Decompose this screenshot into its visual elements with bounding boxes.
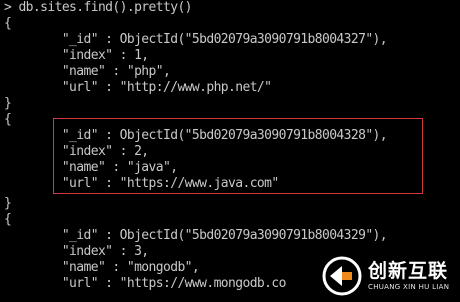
console-output-line: "url" : "http://www.php.net/" [4,80,272,95]
console-output-line: { [4,16,12,31]
console-output-line: { [4,212,12,227]
watermark-logo: 创新互联 CHUANG XIN HU LIAN [322,254,454,298]
console-command-line: > db.sites.find().pretty() [4,0,193,15]
console-output-line: { [4,112,12,127]
watermark-title: 创新互联 [368,259,449,282]
console-output-line: } [4,96,12,111]
brand-logo-icon [322,256,362,296]
console-output-line: "name" : "mongodb", [4,260,200,275]
console-output-line: "url" : "https://www.mongodb.co [4,276,287,291]
highlight-box [53,118,423,194]
console-output-line: "index" : 3, [4,244,149,259]
watermark-subtitle: CHUANG XIN HU LIAN [368,282,450,291]
console-output-line: "name" : "php", [4,64,171,79]
mongo-shell-console[interactable]: > db.sites.find().pretty() { "_id" : Obj… [0,0,460,302]
console-output-line: } [4,196,12,211]
console-output-line: "_id" : ObjectId("5bd02079a3090791b80043… [4,228,388,243]
console-output-line: "_id" : ObjectId("5bd02079a3090791b80043… [4,32,388,47]
console-output-line: "index" : 1, [4,48,149,63]
